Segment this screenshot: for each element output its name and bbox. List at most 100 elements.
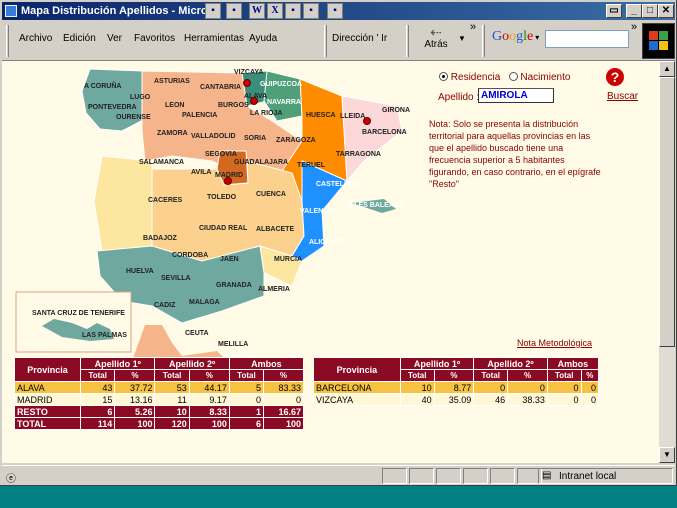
- google-search-input[interactable]: [545, 30, 629, 48]
- map-label-huelva[interactable]: HUELVA: [126, 268, 154, 275]
- taskbar-icon-2[interactable]: ▪: [226, 3, 242, 19]
- excel-icon[interactable]: X: [267, 3, 283, 19]
- scroll-down-icon[interactable]: ▼: [659, 447, 675, 463]
- map-label-barcelona[interactable]: BARCELONA: [362, 129, 407, 136]
- map-label-valencia[interactable]: VALENCIA: [300, 208, 335, 215]
- map-label-cuenca[interactable]: CUENCA: [256, 191, 286, 198]
- map-label-huesca[interactable]: HUESCA: [306, 112, 336, 119]
- google-logo[interactable]: Google ▾: [492, 29, 539, 45]
- scroll-up-icon[interactable]: ▲: [659, 61, 675, 77]
- sub-header: %: [114, 369, 156, 382]
- map-label-santa-cruz-de-tenerife[interactable]: SANTA CRUZ DE TENERIFE: [32, 310, 125, 317]
- help-icon[interactable]: ?: [606, 68, 624, 86]
- map-label-burgos[interactable]: BURGOS: [218, 102, 249, 109]
- taskbar-restore-button[interactable]: ▭: [606, 4, 622, 18]
- map-label-cadiz[interactable]: CADIZ: [154, 302, 176, 309]
- residencia-radio[interactable]: [439, 72, 448, 81]
- title-bar: Mapa Distribución Apellidos - Microso ▪ …: [2, 2, 675, 20]
- map-label-girona[interactable]: GIRONA: [382, 107, 410, 114]
- map-label-valladolid[interactable]: VALLADOLID: [191, 133, 236, 140]
- toolbar-grip[interactable]: [482, 25, 485, 57]
- cell: 46: [473, 393, 509, 406]
- map-label-vizcaya[interactable]: VIZCAYA: [234, 69, 263, 76]
- taskbar-icon-1[interactable]: ▪: [205, 3, 221, 19]
- map-label-guadalajara[interactable]: GUADALAJARA: [234, 159, 288, 166]
- map-label-almeria[interactable]: ALMERIA: [258, 286, 290, 293]
- apellido-input[interactable]: AMIROLA: [478, 88, 554, 103]
- map-label-ciudad-real[interactable]: CIUDAD REAL: [199, 225, 248, 232]
- map-label-castellon[interactable]: CASTELLON: [316, 181, 359, 188]
- nacimiento-radio[interactable]: [508, 72, 518, 81]
- minimize-button[interactable]: _: [626, 4, 642, 18]
- map-label-madrid[interactable]: MADRID: [215, 172, 243, 179]
- map-label-avila[interactable]: AVILA: [191, 169, 211, 176]
- sub-header: Total: [546, 369, 582, 382]
- origin-radio-group: Residencia Nacimiento: [439, 72, 570, 83]
- map-label-lugo[interactable]: LUGO: [130, 94, 151, 101]
- map-label-toledo[interactable]: TOLEDO: [207, 194, 237, 201]
- menu-archivo[interactable]: Archivo: [19, 33, 52, 44]
- map-label-badajoz[interactable]: BADAJOZ: [143, 235, 178, 242]
- map-label-caceres[interactable]: CACERES: [148, 197, 183, 204]
- map-label-palencia[interactable]: PALENCIA: [182, 112, 217, 119]
- map-label-las-palmas[interactable]: LAS PALMAS: [82, 332, 127, 339]
- sub-header: Total: [80, 369, 116, 382]
- map-label-ceuta[interactable]: CEUTA: [185, 330, 209, 337]
- nota-metodologica-link[interactable]: Nota Metodológica: [517, 338, 592, 348]
- map-label-guipuzcoa[interactable]: GUIPUZCOA: [260, 81, 302, 88]
- map-label-asturias[interactable]: ASTURIAS: [154, 78, 190, 85]
- toolbar-grip[interactable]: [324, 25, 327, 57]
- map-label-a-coru-a[interactable]: A CORUÑA: [84, 81, 121, 90]
- map-label-granada[interactable]: GRANADA: [216, 282, 252, 289]
- cell: 0: [580, 381, 600, 394]
- toolbar-grip[interactable]: [406, 25, 409, 57]
- vertical-scrollbar[interactable]: ▲ ▼: [659, 61, 675, 463]
- menu-edicion[interactable]: Edición: [63, 33, 96, 44]
- map-label-malaga[interactable]: MALAGA: [189, 299, 220, 306]
- close-button[interactable]: ✕: [658, 4, 674, 18]
- back-dropdown-icon[interactable]: ▼: [458, 34, 466, 43]
- map-label-albacete[interactable]: ALBACETE: [256, 226, 294, 233]
- map-label-cordoba[interactable]: CORDOBA: [172, 252, 208, 259]
- map-label-tarragona[interactable]: TARRAGONA: [336, 151, 381, 158]
- map-label-illes-balears[interactable]: ILLES BALEARS: [348, 202, 404, 209]
- taskbar-icon-6[interactable]: ▪: [303, 3, 319, 19]
- map-label-pontevedra[interactable]: PONTEVEDRA: [88, 104, 137, 111]
- toolbar-chevron-icon[interactable]: »: [470, 21, 476, 33]
- map-label-sevilla[interactable]: SEVILLA: [161, 275, 191, 282]
- address-bar[interactable]: Dirección ' Ir: [332, 33, 387, 44]
- map-label-salamanca[interactable]: SALAMANCA: [139, 159, 184, 166]
- menu-ayuda[interactable]: Ayuda: [249, 33, 277, 44]
- menu-favoritos[interactable]: Favoritos: [134, 33, 175, 44]
- word-icon[interactable]: W: [249, 3, 265, 19]
- map-label-teruel[interactable]: TERUEL: [297, 162, 326, 169]
- map-label-zaragoza[interactable]: ZARAGOZA: [276, 137, 316, 144]
- back-button[interactable]: ⇠ Atrás: [416, 25, 456, 57]
- menu-herramientas[interactable]: Herramientas: [184, 33, 244, 44]
- map-label-murcia[interactable]: MURCIA: [274, 256, 302, 263]
- map-label-segovia[interactable]: SEGOVIA: [205, 151, 237, 158]
- map-label-navarra[interactable]: NAVARRA: [267, 99, 301, 106]
- maximize-button[interactable]: □: [642, 4, 658, 18]
- map-label-zamora[interactable]: ZAMORA: [157, 130, 188, 137]
- map-label-alicante[interactable]: ALICANTE: [309, 239, 345, 246]
- map-label-la-rioja[interactable]: LA RIOJA: [250, 110, 282, 117]
- menu-ver[interactable]: Ver: [107, 33, 122, 44]
- cell: 0: [580, 393, 600, 406]
- taskbar-icon-5[interactable]: ▪: [285, 3, 301, 19]
- toolbar-chevron-icon[interactable]: »: [631, 21, 637, 33]
- address-go[interactable]: Ir: [381, 33, 387, 44]
- map-label-cantabria[interactable]: CANTABRIA: [200, 84, 241, 91]
- cell: 38.33: [507, 393, 548, 406]
- scroll-thumb[interactable]: [659, 77, 675, 347]
- buscar-link[interactable]: Buscar: [607, 91, 638, 102]
- map-label-alava[interactable]: ALAVA: [244, 93, 267, 100]
- map-label-ourense[interactable]: OURENSE: [116, 114, 151, 121]
- map-label-jaen[interactable]: JAEN: [220, 256, 239, 263]
- map-label-leon[interactable]: LEON: [165, 102, 184, 109]
- map-label-lleida[interactable]: LLEIDA: [340, 113, 365, 120]
- toolbar-grip[interactable]: [6, 25, 9, 57]
- map-label-melilla[interactable]: MELILLA: [218, 341, 248, 348]
- taskbar-icon-7[interactable]: ▪: [327, 3, 343, 19]
- map-label-soria[interactable]: SORIA: [244, 135, 266, 142]
